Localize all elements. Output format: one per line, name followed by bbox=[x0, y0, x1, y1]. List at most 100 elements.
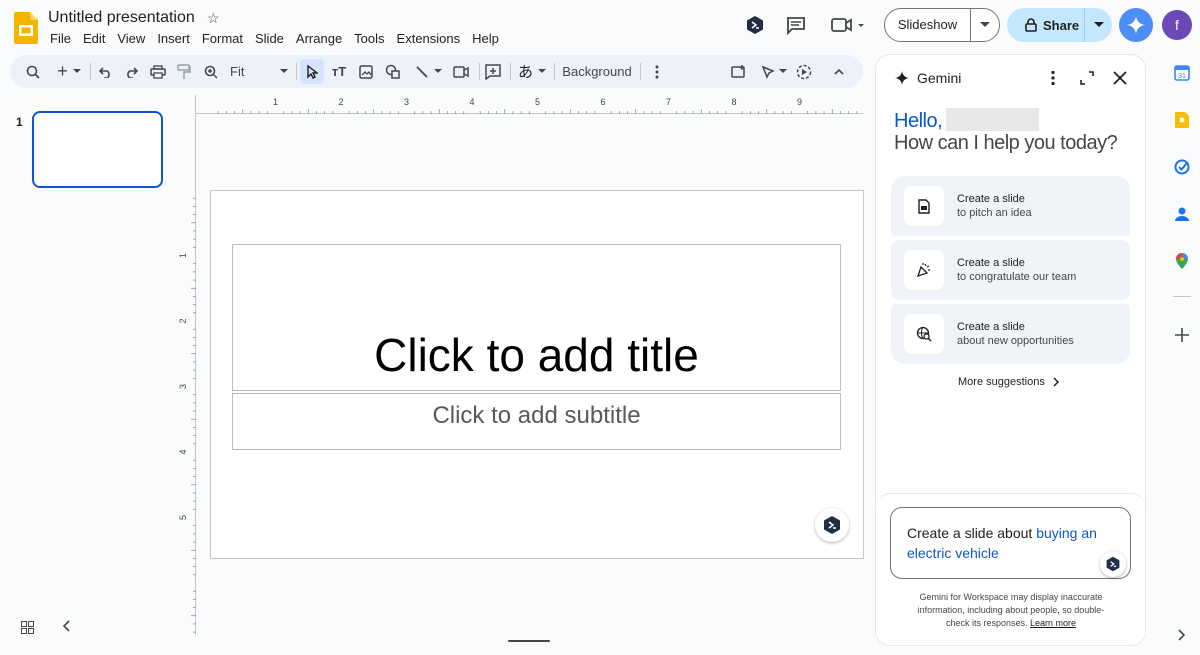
grid-view-icon[interactable] bbox=[21, 621, 34, 634]
menu-bar: File Edit View Insert Format Slide Arran… bbox=[44, 31, 505, 47]
gemini-panel-header: Gemini bbox=[895, 70, 961, 86]
text-box-icon[interactable]: тT bbox=[328, 55, 350, 88]
chevron-right-icon[interactable] bbox=[1172, 625, 1192, 645]
tasks-icon[interactable] bbox=[1172, 157, 1192, 177]
slideshow-button[interactable]: Slideshow bbox=[884, 8, 1000, 42]
speaker-notes-handle[interactable] bbox=[508, 640, 550, 642]
new-slide-button[interactable]: + bbox=[52, 55, 86, 88]
collapse-toolbar-icon[interactable] bbox=[828, 55, 850, 88]
prompt-text[interactable]: Create a slide about buying an electric … bbox=[907, 523, 1107, 563]
chevron-down-icon[interactable] bbox=[971, 22, 999, 28]
menu-file[interactable]: File bbox=[44, 31, 77, 47]
menu-edit[interactable]: Edit bbox=[77, 31, 111, 47]
extension-icon[interactable] bbox=[1100, 551, 1126, 577]
ruler-label: 2 bbox=[178, 318, 188, 323]
animation-icon[interactable] bbox=[793, 55, 815, 88]
ruler-label: 3 bbox=[178, 384, 188, 389]
zoom-label: Fit bbox=[230, 64, 245, 79]
ruler-label: 3 bbox=[404, 97, 409, 107]
menu-insert[interactable]: Insert bbox=[151, 31, 196, 47]
comments-icon[interactable] bbox=[785, 14, 807, 36]
redo-icon[interactable] bbox=[120, 55, 142, 88]
slide-doc-icon bbox=[904, 186, 944, 226]
share-main[interactable]: Share bbox=[1007, 8, 1085, 42]
zoom-icon[interactable] bbox=[200, 55, 222, 88]
suggestion-line1: Create a slide bbox=[957, 257, 1025, 269]
add-to-slide-icon[interactable] bbox=[728, 55, 750, 88]
share-button[interactable]: Share bbox=[1007, 8, 1112, 42]
ruler-label: 5 bbox=[178, 515, 188, 520]
keep-icon[interactable] bbox=[1172, 110, 1192, 130]
maps-icon[interactable] bbox=[1172, 251, 1192, 271]
line-tool-icon[interactable] bbox=[410, 55, 446, 88]
calendar-icon[interactable]: 31 bbox=[1172, 63, 1192, 83]
chevron-down-icon[interactable] bbox=[1085, 22, 1112, 28]
suggestion-congratulate-team[interactable]: Create a slide to congratulate our team bbox=[891, 240, 1130, 300]
greeting-hello: Hello, bbox=[894, 110, 943, 132]
suggestion-pitch-idea[interactable]: Create a slide to pitch an idea bbox=[891, 176, 1130, 236]
svg-text:31: 31 bbox=[1178, 73, 1186, 80]
zoom-select[interactable]: Fit bbox=[228, 55, 290, 88]
slides-logo-icon[interactable] bbox=[14, 12, 38, 44]
gemini-title: Gemini bbox=[917, 70, 962, 86]
ruler-label: 1 bbox=[273, 97, 278, 107]
ruler-label: 9 bbox=[797, 97, 802, 107]
title-placeholder[interactable]: Click to add title bbox=[232, 244, 841, 391]
title-placeholder-text: Click to add title bbox=[374, 329, 699, 381]
menu-view[interactable]: View bbox=[111, 31, 151, 47]
ruler-label: 6 bbox=[600, 97, 605, 107]
slide-thumbnail[interactable] bbox=[32, 111, 163, 188]
meet-icon[interactable] bbox=[830, 14, 866, 36]
extension-icon[interactable] bbox=[815, 508, 849, 542]
menu-help[interactable]: Help bbox=[466, 31, 505, 47]
lock-icon bbox=[1025, 18, 1037, 32]
menu-extensions[interactable]: Extensions bbox=[391, 31, 467, 47]
undo-icon[interactable] bbox=[95, 55, 117, 88]
menu-format[interactable]: Format bbox=[196, 31, 249, 47]
contacts-icon[interactable] bbox=[1172, 204, 1192, 224]
rail-divider bbox=[1173, 296, 1191, 297]
insert-image-icon[interactable] bbox=[355, 55, 377, 88]
share-label: Share bbox=[1043, 17, 1080, 33]
ruler-label: 7 bbox=[666, 97, 671, 107]
menu-arrange[interactable]: Arrange bbox=[290, 31, 348, 47]
paint-format-icon[interactable] bbox=[173, 55, 195, 88]
extension-icon[interactable] bbox=[744, 14, 766, 36]
disclaimer: Gemini for Workspace may display inaccur… bbox=[906, 591, 1116, 630]
more-suggestions-label: More suggestions bbox=[958, 376, 1045, 388]
menu-tools[interactable]: Tools bbox=[348, 31, 390, 47]
chevron-left-icon[interactable] bbox=[62, 620, 70, 632]
pointer-tool-icon[interactable] bbox=[756, 55, 792, 88]
input-tools-icon[interactable]: あ bbox=[514, 55, 550, 88]
search-menus-icon[interactable] bbox=[22, 55, 44, 88]
prompt-prefix: Create a slide about bbox=[907, 525, 1037, 541]
user-name-redacted bbox=[946, 108, 1039, 131]
more-options-icon[interactable] bbox=[647, 55, 667, 88]
print-icon[interactable] bbox=[147, 55, 169, 88]
select-tool-icon[interactable] bbox=[300, 59, 324, 84]
suggestion-new-opportunities[interactable]: Create a slide about new opportunities bbox=[891, 304, 1130, 364]
add-icon[interactable] bbox=[1172, 325, 1192, 345]
insert-video-icon[interactable] bbox=[450, 55, 472, 88]
learn-more-link[interactable]: Learn more bbox=[1030, 618, 1076, 628]
ruler-label: 1 bbox=[178, 253, 188, 258]
ruler-label: 5 bbox=[535, 97, 540, 107]
more-suggestions-link[interactable]: More suggestions bbox=[958, 376, 1059, 388]
subtitle-placeholder[interactable]: Click to add subtitle bbox=[232, 393, 841, 450]
document-title[interactable]: Untitled presentation bbox=[48, 8, 195, 28]
background-button[interactable]: Background bbox=[560, 55, 634, 88]
suggestion-line2: to pitch an idea bbox=[957, 207, 1032, 219]
menu-slide[interactable]: Slide bbox=[249, 31, 290, 47]
gemini-spark-icon[interactable] bbox=[1119, 8, 1153, 42]
close-icon[interactable] bbox=[1113, 71, 1127, 85]
suggestion-line1: Create a slide bbox=[957, 321, 1025, 333]
add-comment-icon[interactable] bbox=[482, 55, 504, 88]
star-icon[interactable]: ☆ bbox=[207, 10, 220, 27]
open-in-full-icon[interactable] bbox=[1080, 71, 1094, 85]
more-vert-icon[interactable] bbox=[1046, 70, 1060, 86]
suggestion-line1: Create a slide bbox=[957, 193, 1025, 205]
shape-icon[interactable] bbox=[382, 55, 404, 88]
slideshow-label[interactable]: Slideshow bbox=[885, 9, 971, 41]
avatar[interactable]: f bbox=[1162, 10, 1192, 40]
gemini-spark-icon bbox=[895, 71, 909, 85]
